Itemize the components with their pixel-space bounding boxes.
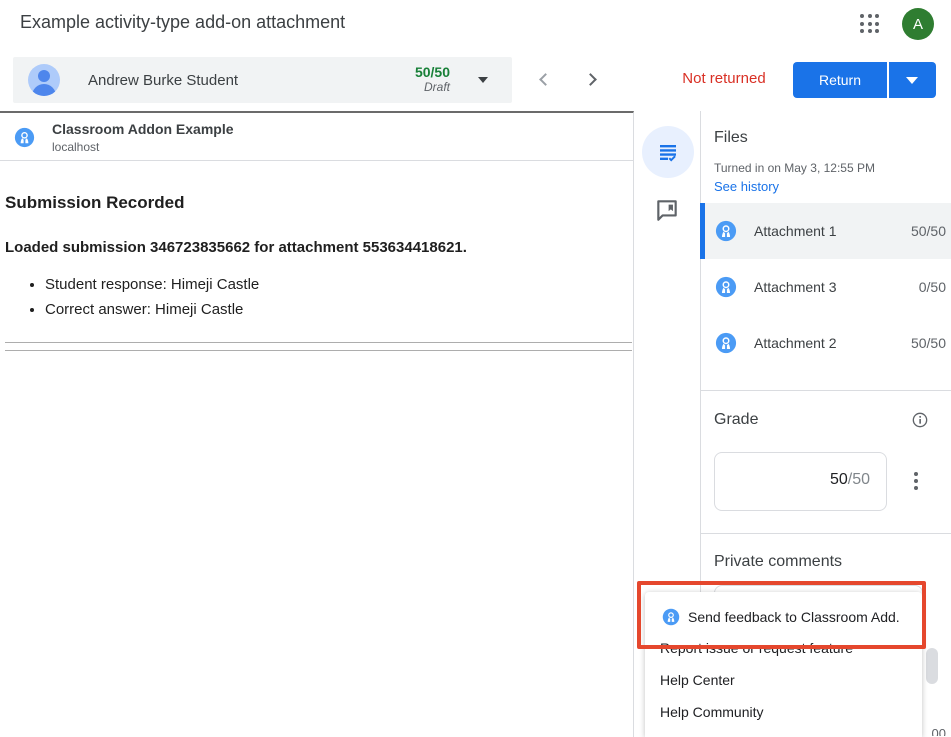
attachment-name: Attachment 3 — [754, 279, 837, 295]
attachment-name: Attachment 1 — [754, 223, 837, 239]
addon-title: Classroom Addon Example — [52, 121, 234, 137]
menu-item-help-center[interactable]: Help Center — [645, 664, 922, 696]
addon-host: localhost — [52, 140, 99, 154]
turned-in-status: Turned in on May 3, 12:55 PM — [714, 161, 875, 175]
menu-item-label: Help Center — [660, 672, 735, 688]
return-dropdown-button[interactable] — [889, 62, 936, 98]
return-button[interactable]: Return — [793, 62, 887, 98]
selected-indicator — [700, 203, 705, 259]
submission-heading: Submission Recorded — [5, 193, 184, 213]
classroom-addon-icon — [715, 276, 737, 298]
grade-overflow-menu-icon[interactable] — [907, 467, 925, 495]
addon-header: Classroom Addon Example localhost — [0, 113, 633, 161]
list-item: Student response: Himeji Castle — [45, 276, 259, 293]
apps-grid-icon[interactable] — [858, 12, 882, 36]
grading-icon — [656, 140, 680, 164]
attachment-score: 50/50 — [911, 335, 946, 351]
divider — [5, 342, 632, 343]
student-avatar — [28, 64, 60, 96]
grade-value: 50 — [830, 471, 848, 488]
divider — [5, 350, 632, 351]
menu-item-help-community[interactable]: Help Community — [645, 696, 922, 728]
student-score: 50/50 — [415, 64, 450, 80]
student-name: Andrew Burke Student — [88, 72, 238, 89]
files-title: Files — [714, 129, 748, 147]
app-header: Example activity-type add-on attachment … — [0, 0, 951, 48]
addon-content-frame: Classroom Addon Example localhost Submis… — [0, 111, 634, 737]
prev-student-button[interactable] — [536, 71, 554, 89]
attachment-name: Attachment 2 — [754, 335, 837, 351]
classroom-addon-icon — [715, 332, 737, 354]
classroom-addon-icon — [14, 127, 35, 148]
divider — [701, 533, 951, 534]
student-selector[interactable]: Andrew Burke Student 50/50 Draft — [13, 57, 512, 103]
see-history-link[interactable]: See history — [714, 179, 779, 194]
student-score-block: 50/50 Draft — [415, 64, 450, 94]
grading-panel-button[interactable] — [642, 126, 694, 178]
next-student-button[interactable] — [584, 71, 602, 89]
private-comments-title: Private comments — [714, 553, 842, 571]
grade-title: Grade — [714, 411, 758, 429]
info-icon[interactable] — [912, 412, 928, 428]
attachment-row[interactable]: Attachment 1 50/50 — [701, 203, 951, 259]
chevron-down-icon — [906, 77, 918, 84]
menu-item-label: Send feedback to Classroom Add. — [688, 609, 900, 625]
page-title: Example activity-type add-on attachment — [20, 12, 345, 33]
help-popup-menu: Send feedback to Classroom Add. Report i… — [645, 592, 922, 737]
toolbar: Andrew Burke Student 50/50 Draft Not ret… — [0, 48, 951, 111]
menu-item-report-issue[interactable]: Report issue or request feature — [645, 632, 922, 664]
account-avatar[interactable]: A — [902, 8, 934, 40]
list-item: Correct answer: Himeji Castle — [45, 301, 259, 318]
classroom-addon-icon — [715, 220, 737, 242]
menu-item-label: Help Community — [660, 704, 763, 720]
comment-bank-button[interactable] — [652, 196, 682, 226]
attachment-score: 50/50 — [911, 223, 946, 239]
attachment-score: 0/50 — [919, 279, 946, 295]
attachment-row[interactable]: Attachment 2 50/50 — [701, 315, 951, 371]
grade-input[interactable]: 50/50 — [714, 452, 887, 511]
clipped-text-fragment: 00 — [932, 726, 946, 736]
attachment-row[interactable]: Attachment 3 0/50 — [701, 259, 951, 315]
chevron-down-icon — [478, 77, 488, 83]
grade-denominator: /50 — [848, 471, 870, 488]
submission-detail: Loaded submission 346723835662 for attac… — [5, 239, 467, 256]
return-status: Not returned — [650, 70, 798, 87]
scrollbar-thumb[interactable] — [926, 648, 938, 684]
student-draft-state: Draft — [415, 80, 450, 94]
response-list: Student response: Himeji Castle Correct … — [5, 276, 259, 326]
comment-bank-icon — [654, 197, 680, 223]
divider — [701, 390, 951, 391]
classroom-addon-icon — [662, 608, 680, 626]
menu-item-label: Report issue or request feature — [660, 640, 853, 656]
menu-item-send-feedback[interactable]: Send feedback to Classroom Add. — [645, 598, 922, 636]
screen: Example activity-type add-on attachment … — [0, 0, 951, 737]
